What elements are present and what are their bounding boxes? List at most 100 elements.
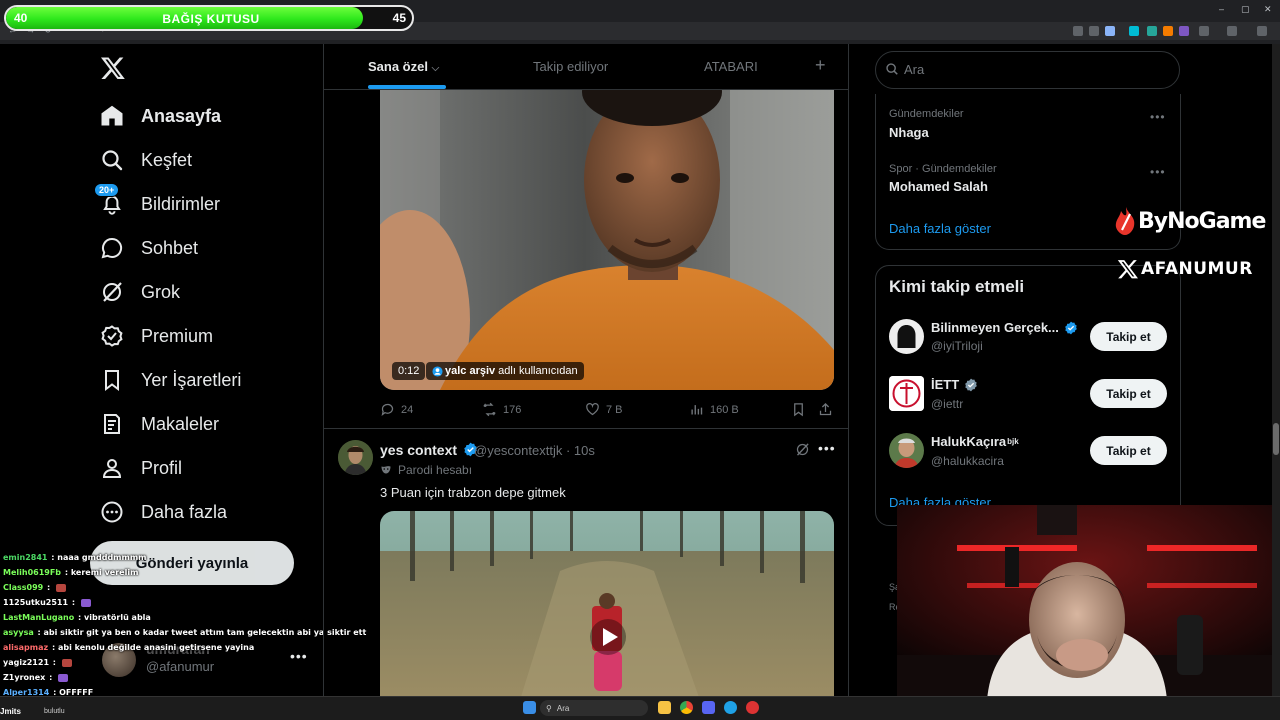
star-icon[interactable] [1105, 26, 1115, 36]
trend-name[interactable]: Nhaga [889, 125, 929, 140]
tweet-more-icon[interactable]: ••• [818, 440, 836, 456]
cast-icon[interactable] [1089, 26, 1099, 36]
suggestion-avatar[interactable] [889, 376, 924, 411]
tab-atabari[interactable]: ATABARI [704, 59, 758, 74]
tweet-video[interactable] [380, 511, 834, 700]
search-icon: ⚲ [546, 703, 552, 713]
windows-start-icon[interactable] [523, 701, 536, 714]
app-icon[interactable] [746, 701, 759, 714]
scrollbar-thumb[interactable] [1273, 423, 1279, 455]
chat-username[interactable]: Class099 [3, 583, 43, 592]
nav-item-premium[interactable]: Premium [100, 314, 320, 358]
nav-item-grok[interactable]: Grok [100, 270, 320, 314]
suggestion-avatar[interactable] [889, 433, 924, 468]
chat-username[interactable]: alisapmaz [3, 643, 48, 652]
chat-username[interactable]: LastManLugano [3, 613, 74, 622]
maximize-icon[interactable]: ▢ [1241, 4, 1250, 15]
taskbar-search[interactable]: ⚲ Ara [540, 700, 648, 716]
weather-text[interactable]: bulutlu [44, 708, 65, 715]
suggestion-name[interactable]: İETT [931, 377, 978, 392]
nav-item-notifications[interactable]: 20+ Bildirimler [94, 182, 320, 226]
suggestion-avatar[interactable] [889, 319, 924, 354]
suggestion-handle: @iettr [931, 397, 964, 411]
puzzle-icon[interactable] [1199, 26, 1209, 36]
zoom-icon[interactable] [1073, 26, 1083, 36]
follow-button[interactable]: Takip et [1090, 322, 1167, 351]
chat-username[interactable]: Z1yronex [3, 673, 45, 682]
tab-for-you[interactable]: Sana özel ⌵ [368, 59, 439, 74]
close-icon[interactable]: ✕ [1264, 4, 1272, 15]
nav-item-more[interactable]: Daha fazla [100, 490, 320, 534]
follow-button[interactable]: Takip et [1090, 436, 1167, 465]
chrome-icon[interactable] [680, 701, 693, 714]
retweet-button[interactable]: 176 [482, 402, 521, 417]
tweet-time[interactable]: 10s [574, 443, 595, 458]
nav-label-premium: Premium [141, 325, 214, 346]
suggestion-name[interactable]: Bilinmeyen Gerçek... [931, 320, 1078, 335]
chat-text: keremi verelim [70, 568, 139, 577]
donation-bar: 40 BAĞIŞ KUTUSU 45 [4, 5, 414, 31]
chat-username[interactable]: 1125utku2511 [3, 598, 68, 607]
avatar-image [338, 440, 373, 475]
nav-item-chat[interactable]: Sohbet [100, 226, 320, 270]
nav-label-chat: Sohbet [141, 237, 199, 258]
follow-button[interactable]: Takip et [1090, 379, 1167, 408]
nav-item-explore[interactable]: Keşfet [100, 138, 320, 182]
suggestion-name-sup: bjk [1007, 437, 1019, 446]
show-more-link[interactable]: Daha fazla göster [889, 221, 991, 236]
notification-badge: 20+ [94, 183, 120, 197]
scrollbar[interactable] [1272, 44, 1280, 700]
taskbar-left-label: Jmits [0, 707, 21, 716]
like-button[interactable]: 7 B [585, 402, 623, 417]
chat-username[interactable]: emin2841 [3, 553, 47, 562]
avatar-image [889, 319, 924, 354]
nav-item-articles[interactable]: Makaleler [100, 402, 320, 446]
tweet-avatar[interactable] [338, 440, 373, 475]
video-credit-suffix: adlı kullanıcıdan [498, 365, 578, 377]
minimize-icon[interactable]: – [1219, 4, 1224, 14]
play-icon [603, 628, 618, 646]
play-button[interactable] [590, 619, 626, 655]
profile-icon[interactable] [1227, 26, 1237, 36]
chat-username[interactable]: Melih0619Fb [3, 568, 61, 577]
edge-icon[interactable] [724, 701, 737, 714]
share-button[interactable] [818, 402, 839, 417]
trend-more-icon[interactable]: ••• [1150, 165, 1166, 179]
tweet-video[interactable] [380, 90, 834, 390]
nav-item-profile[interactable]: Profil [100, 446, 320, 490]
nav-item-bookmarks[interactable]: Yer İşaretleri [100, 358, 320, 402]
suggestion-name[interactable]: HalukKaçıra bjk [931, 434, 1019, 449]
extension-icon[interactable] [1179, 26, 1189, 36]
bookmark-button[interactable] [791, 402, 812, 417]
add-tab-icon[interactable]: + [815, 55, 826, 76]
grok-icon[interactable] [795, 442, 810, 457]
parody-label: Parodi hesabı [380, 463, 472, 477]
donation-title: BAĞIŞ KUTUSU [162, 12, 260, 26]
account-more-icon[interactable]: ••• [290, 648, 308, 664]
extension-icon[interactable] [1129, 26, 1139, 36]
chat-username[interactable]: asyysa [3, 628, 34, 637]
trend-name[interactable]: Mohamed Salah [889, 179, 988, 194]
search-placeholder: Ara [904, 62, 925, 77]
menu-icon[interactable] [1257, 26, 1267, 36]
suggestion-handle: @iyiTriloji [931, 339, 983, 353]
extension-icon[interactable] [1163, 26, 1173, 36]
iett-logo [889, 376, 924, 411]
video-credit[interactable]: yalc arşiv adlı kullanıcıdan [426, 362, 584, 380]
extension-icon[interactable] [1147, 26, 1157, 36]
trend-more-icon[interactable]: ••• [1150, 110, 1166, 124]
nav-item-home[interactable]: Anasayfa [100, 94, 320, 138]
post-button[interactable]: Gönderi yayınla [90, 541, 294, 585]
reply-count: 24 [401, 403, 414, 416]
chat-username[interactable]: yagiz2121 [3, 658, 49, 667]
file-explorer-icon[interactable] [658, 701, 671, 714]
x-logo-icon[interactable] [100, 55, 126, 81]
reply-button[interactable]: 24 [380, 402, 413, 417]
views-button[interactable]: 160 B [689, 402, 739, 417]
discord-icon[interactable] [702, 701, 715, 714]
active-tab-indicator [368, 85, 446, 89]
tab-following[interactable]: Takip ediliyor [533, 59, 608, 74]
tweet-author-handle[interactable]: @yescontexttjk [474, 443, 562, 458]
flame-icon [1115, 207, 1135, 235]
tweet-author-name[interactable]: yes context [380, 442, 478, 458]
